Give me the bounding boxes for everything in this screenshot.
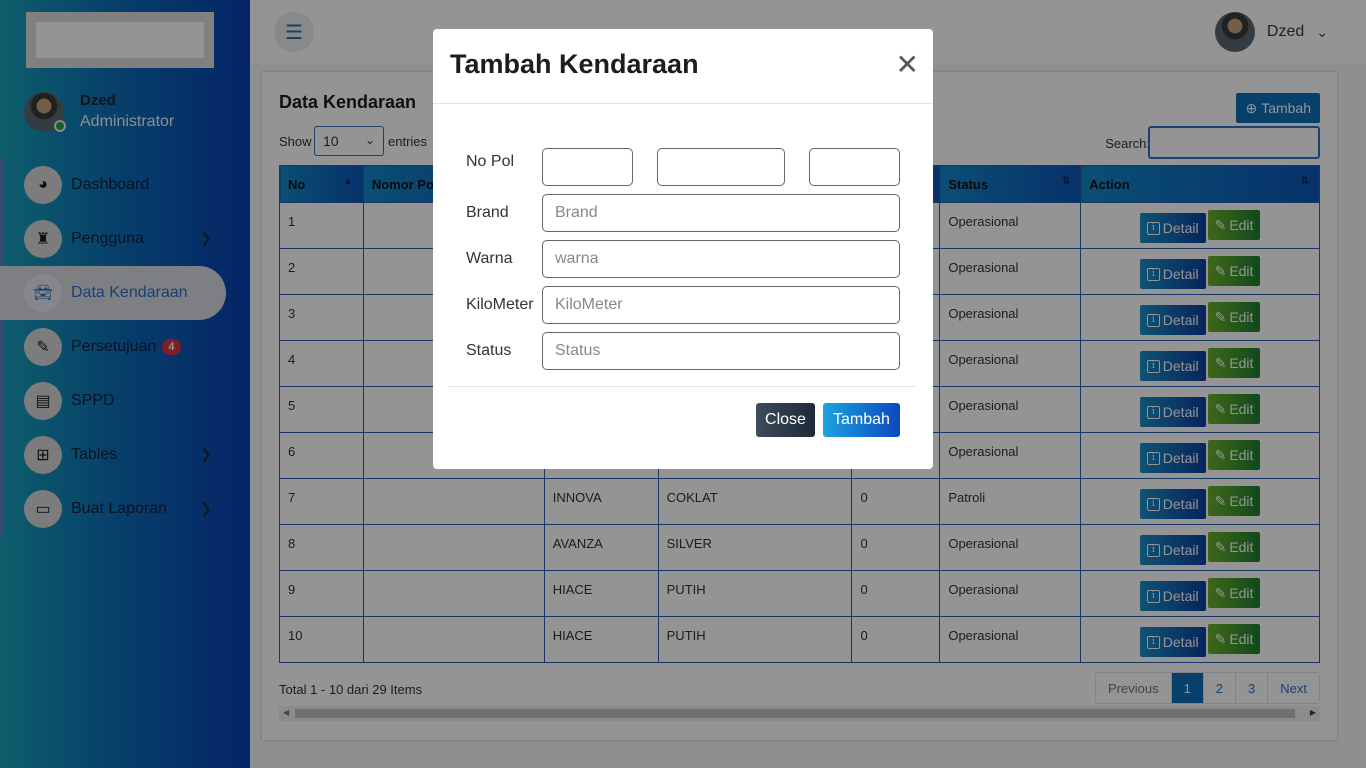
kilometer-label: KiloMeter <box>466 296 534 313</box>
warna-label: Warna <box>466 250 513 267</box>
close-button[interactable]: Close <box>756 403 815 437</box>
status-input[interactable]: Status <box>542 332 900 370</box>
no-pol-area-input[interactable] <box>542 148 633 186</box>
status-label: Status <box>466 342 512 359</box>
modal-footer-divider <box>449 386 916 387</box>
modal-title: Tambah Kendaraan <box>450 49 699 79</box>
kilometer-input[interactable]: KiloMeter <box>542 286 900 324</box>
modal-divider <box>433 103 933 104</box>
warna-input[interactable]: warna <box>542 240 900 278</box>
no-pol-label: No Pol <box>466 153 515 170</box>
no-pol-number-input[interactable] <box>657 148 785 186</box>
brand-input[interactable]: Brand <box>542 194 900 232</box>
brand-label: Brand <box>466 204 509 221</box>
no-pol-suffix-input[interactable] <box>809 148 900 186</box>
submit-button[interactable]: Tambah <box>823 403 900 437</box>
close-icon[interactable]: ✕ <box>896 51 919 79</box>
add-vehicle-modal: Tambah Kendaraan ✕ No Pol Brand Brand Wa… <box>433 29 933 469</box>
